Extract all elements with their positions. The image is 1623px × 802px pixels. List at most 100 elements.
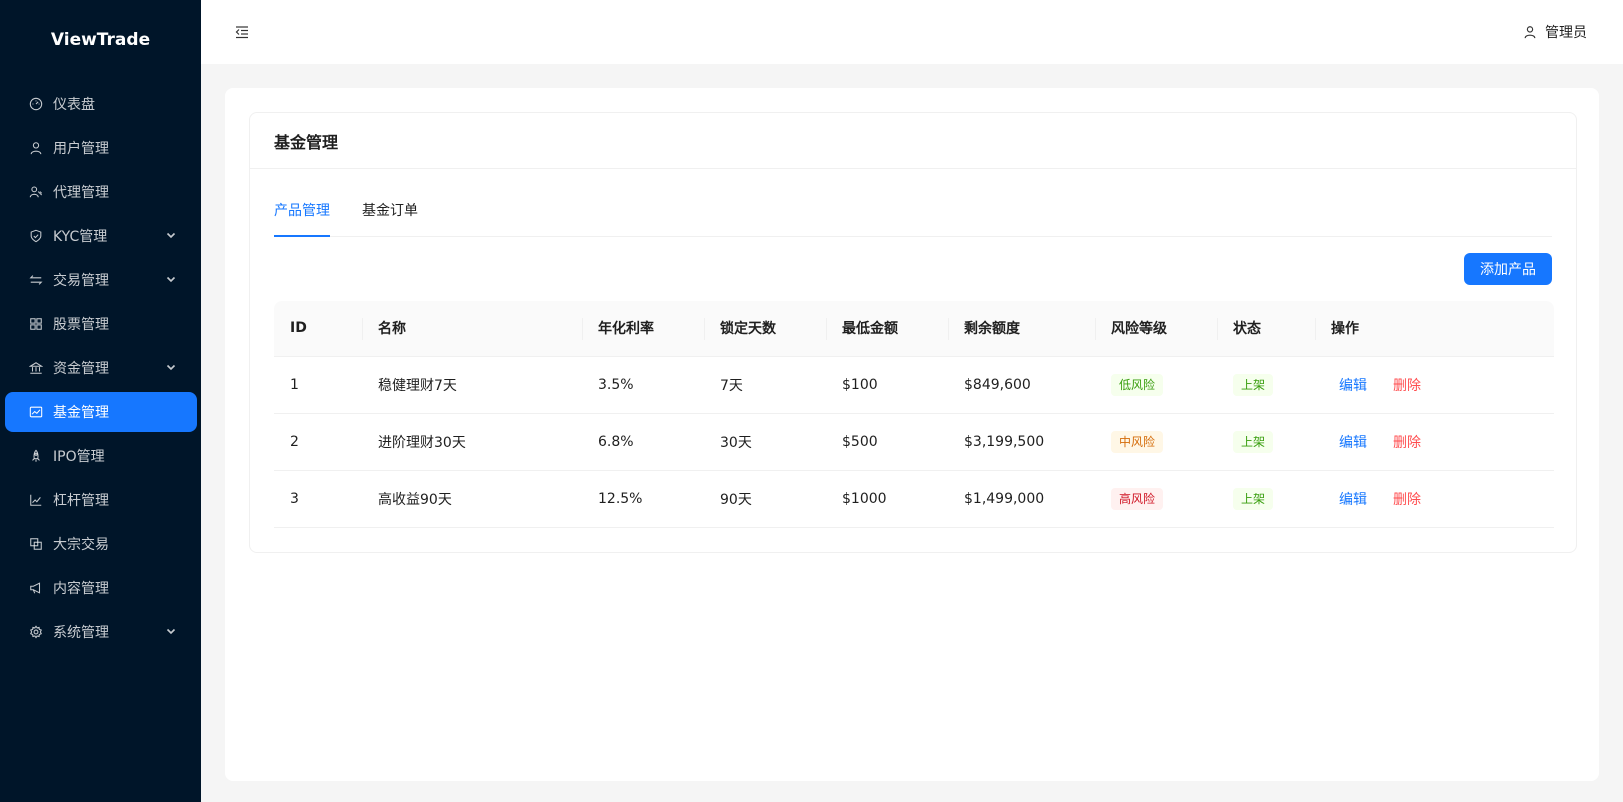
block-icon xyxy=(29,537,43,551)
cell-remaining: $3,199,500 xyxy=(948,413,1095,471)
menu-fold-icon[interactable] xyxy=(234,24,250,40)
cell-actions: 编辑 删除 xyxy=(1315,356,1554,414)
cell-id: 3 xyxy=(274,470,362,528)
bank-icon xyxy=(29,361,43,375)
sidebar-item-5[interactable]: 股票管理 xyxy=(5,304,197,344)
sidebar-item-label: 仪表盘 xyxy=(53,97,95,113)
chevron-down-icon xyxy=(165,625,177,637)
sidebar-item-label: 杠杆管理 xyxy=(53,493,109,509)
sidebar-menu: 仪表盘用户管理代理管理 KYC管理交易管理 股票管理资金管理基金管理 IPO管理杠杆管… xyxy=(0,84,201,652)
sidebar-item-10[interactable]: 大宗交易 xyxy=(5,524,197,564)
user-menu[interactable]: 管理员 xyxy=(1523,22,1587,42)
fund-icon xyxy=(29,405,43,419)
sidebar-item-label: 资金管理 xyxy=(53,361,109,377)
sidebar-item-1[interactable]: 用户管理 xyxy=(5,128,197,168)
cell-risk: 中风险 xyxy=(1095,413,1217,471)
cell-min: $100 xyxy=(826,356,948,414)
cell-rate: 12.5% xyxy=(582,470,704,528)
sidebar: ViewTrade 仪表盘 用户管理 代理管理 KYC管理 交易管理 股票管理 资金管理 基金… xyxy=(0,0,201,802)
column-header: 风险等级 xyxy=(1095,301,1217,357)
risk-badge: 中风险 xyxy=(1111,430,1164,453)
fund-card: 基金管理 产品管理 基金订单 添加产品 ID 名称 年化利率 锁定天数 最低金额… xyxy=(249,112,1577,553)
cell-days: 30天 xyxy=(704,413,826,471)
sidebar-item-label: KYC管理 xyxy=(53,229,108,245)
sidebar-item-label: 用户管理 xyxy=(53,141,109,157)
delete-button[interactable]: 删除 xyxy=(1385,375,1429,395)
column-header: 剩余额度 xyxy=(948,301,1095,357)
status-badge: 上架 xyxy=(1233,430,1274,453)
sidebar-item-label: 内容管理 xyxy=(53,581,109,597)
column-header: 年化利率 xyxy=(582,301,704,357)
table-row: 1 稳健理财7天 3.5% 7天 $100 $849,600 低风险 上架 编辑 删除 xyxy=(274,356,1554,414)
user-name: 管理员 xyxy=(1545,25,1587,41)
notification-icon xyxy=(29,581,43,595)
sidebar-item-9[interactable]: 杠杆管理 xyxy=(5,480,197,520)
cell-actions: 编辑 删除 xyxy=(1315,413,1554,471)
tab-product-management[interactable]: 产品管理 xyxy=(274,184,330,237)
delete-button[interactable]: 删除 xyxy=(1385,432,1429,452)
edit-button[interactable]: 编辑 xyxy=(1331,432,1375,452)
chevron-down-icon xyxy=(165,229,177,241)
cell-name: 稳健理财7天 xyxy=(362,356,582,414)
status-badge: 上架 xyxy=(1233,487,1274,510)
edit-button[interactable]: 编辑 xyxy=(1331,375,1375,395)
page-title: 基金管理 xyxy=(250,113,1576,169)
column-header: 状态 xyxy=(1217,301,1315,357)
cell-min: $500 xyxy=(826,413,948,471)
cell-remaining: $849,600 xyxy=(948,356,1095,414)
column-header: 锁定天数 xyxy=(704,301,826,357)
setting-icon xyxy=(29,625,43,639)
cell-status: 上架 xyxy=(1217,356,1315,414)
sidebar-item-label: 系统管理 xyxy=(53,625,109,641)
cell-days: 7天 xyxy=(704,356,826,414)
appstore-icon xyxy=(29,317,43,331)
chevron-down-icon xyxy=(165,361,177,373)
cell-id: 2 xyxy=(274,413,362,471)
card-body: 产品管理 基金订单 添加产品 ID 名称 年化利率 锁定天数 最低金额 剩余额度… xyxy=(250,169,1576,528)
sidebar-item-label: 代理管理 xyxy=(53,185,109,201)
toolbar: 添加产品 xyxy=(274,237,1552,301)
cell-risk: 高风险 xyxy=(1095,470,1217,528)
cell-min: $1000 xyxy=(826,470,948,528)
cell-id: 1 xyxy=(274,356,362,414)
column-header: ID xyxy=(274,301,362,357)
edit-button[interactable]: 编辑 xyxy=(1331,489,1375,509)
line-chart-icon xyxy=(29,493,43,507)
sidebar-item-8[interactable]: IPO管理 xyxy=(5,436,197,476)
cell-name: 进阶理财30天 xyxy=(362,413,582,471)
cell-remaining: $1,499,000 xyxy=(948,470,1095,528)
chevron-down-icon xyxy=(165,273,177,285)
sidebar-item-0[interactable]: 仪表盘 xyxy=(5,84,197,124)
delete-button[interactable]: 删除 xyxy=(1385,489,1429,509)
main-content: 基金管理 产品管理 基金订单 添加产品 ID 名称 年化利率 锁定天数 最低金额… xyxy=(225,88,1599,781)
status-badge: 上架 xyxy=(1233,373,1274,396)
cell-actions: 编辑 删除 xyxy=(1315,470,1554,528)
risk-badge: 高风险 xyxy=(1111,487,1164,510)
tabs: 产品管理 基金订单 xyxy=(274,169,1552,237)
sidebar-item-6[interactable]: 资金管理 xyxy=(5,348,197,388)
sidebar-item-11[interactable]: 内容管理 xyxy=(5,568,197,608)
tab-fund-orders[interactable]: 基金订单 xyxy=(362,184,418,236)
column-header: 最低金额 xyxy=(826,301,948,357)
cell-status: 上架 xyxy=(1217,413,1315,471)
sidebar-item-2[interactable]: 代理管理 xyxy=(5,172,197,212)
sidebar-item-12[interactable]: 系统管理 xyxy=(5,612,197,652)
top-header: 管理员 xyxy=(201,0,1623,64)
cell-status: 上架 xyxy=(1217,470,1315,528)
table-row: 3 高收益90天 12.5% 90天 $1000 $1,499,000 高风险 上架 编辑 删除 xyxy=(274,470,1554,528)
user-icon xyxy=(1524,26,1536,39)
product-table: ID 名称 年化利率 锁定天数 最低金额 剩余额度 风险等级 状态 操作 1 稳健… xyxy=(274,301,1554,528)
cell-rate: 3.5% xyxy=(582,356,704,414)
add-product-button[interactable]: 添加产品 xyxy=(1464,253,1552,285)
column-header: 名称 xyxy=(362,301,582,357)
cell-rate: 6.8% xyxy=(582,413,704,471)
sidebar-item-label: IPO管理 xyxy=(53,449,105,465)
sidebar-item-7[interactable]: 基金管理 xyxy=(5,392,197,432)
rocket-icon xyxy=(29,449,43,463)
sidebar-item-4[interactable]: 交易管理 xyxy=(5,260,197,300)
table-row: 2 进阶理财30天 6.8% 30天 $500 $3,199,500 中风险 上架 编辑 删除 xyxy=(274,413,1554,471)
sidebar-item-3[interactable]: KYC管理 xyxy=(5,216,197,256)
cell-name: 高收益90天 xyxy=(362,470,582,528)
table-header-row: ID 名称 年化利率 锁定天数 最低金额 剩余额度 风险等级 状态 操作 xyxy=(274,301,1554,357)
risk-badge: 低风险 xyxy=(1111,373,1164,396)
